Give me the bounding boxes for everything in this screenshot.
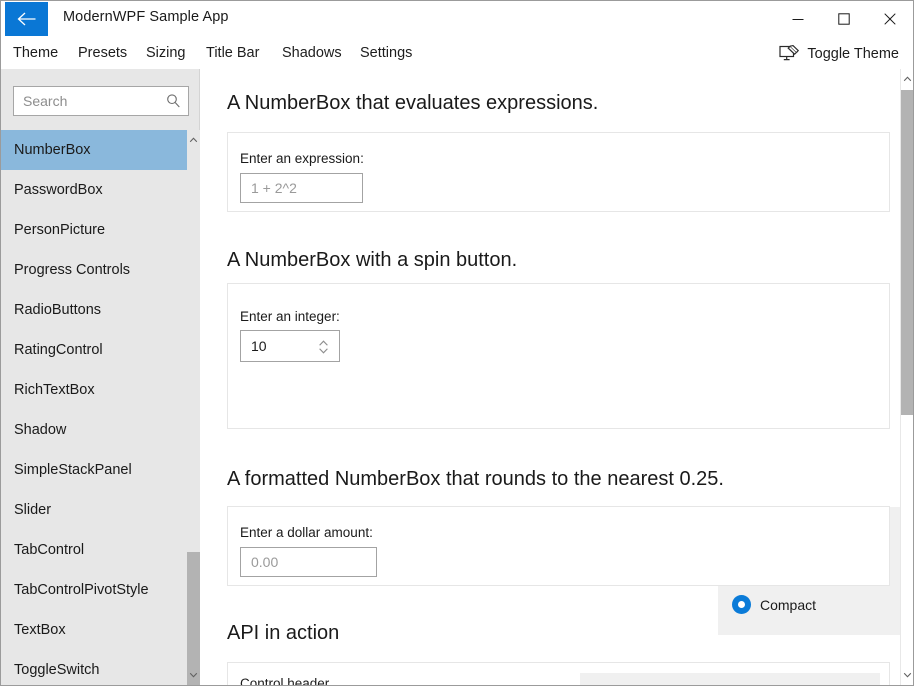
menu-item-settings[interactable]: Settings: [360, 42, 412, 65]
sidebar-scroll-down-button[interactable]: [187, 665, 200, 685]
sidebar-item-shadow[interactable]: Shadow: [1, 410, 187, 450]
radio-indicator-compact[interactable]: [732, 595, 751, 614]
sidebar-item-textbox[interactable]: TextBox: [1, 610, 187, 650]
menu-item-presets[interactable]: Presets: [78, 42, 127, 65]
sidebar-item-progress-controls[interactable]: Progress Controls: [1, 250, 187, 290]
sidebar-item-passwordbox[interactable]: PasswordBox: [1, 170, 187, 210]
section-title-expressions: A NumberBox that evaluates expressions.: [227, 92, 598, 115]
sidebar-scroll-up-button[interactable]: [187, 130, 200, 150]
menu-item-shadows[interactable]: Shadows: [282, 42, 342, 65]
content-scroll-thumb[interactable]: [901, 90, 914, 415]
sidebar-nav-list[interactable]: NumberBox PasswordBox PersonPicture Prog…: [1, 130, 200, 685]
label-control-header: Control header: [240, 676, 329, 685]
label-enter-dollar-amount: Enter a dollar amount:: [240, 525, 373, 540]
close-icon: [884, 13, 896, 25]
chevron-down-icon: [187, 665, 200, 685]
maximize-icon: [838, 13, 850, 25]
label-enter-expression: Enter an expression:: [240, 151, 364, 166]
window-title: ModernWPF Sample App: [63, 9, 229, 25]
search-box[interactable]: [13, 86, 189, 116]
radio-option-compact[interactable]: Compact: [732, 595, 816, 614]
sidebar-item-tabcontrol[interactable]: TabControl: [1, 530, 187, 570]
back-arrow-icon: [16, 11, 38, 27]
content-scroll-up-button[interactable]: [901, 69, 914, 89]
section-title-formatted: A formatted NumberBox that rounds to the…: [227, 468, 724, 491]
card-spin-button: Enter an integer: SpinButton Placement I…: [227, 283, 890, 429]
search-icon[interactable]: [166, 93, 181, 109]
app-body: NumberBox PasswordBox PersonPicture Prog…: [1, 69, 913, 685]
sidebar-item-personpicture[interactable]: PersonPicture: [1, 210, 187, 250]
label-enter-integer: Enter an integer:: [240, 309, 340, 324]
sidebar-item-simplestackpanel[interactable]: SimpleStackPanel: [1, 450, 187, 490]
dollar-numberbox[interactable]: [240, 547, 377, 577]
card-dollar-amount: Enter a dollar amount:: [227, 506, 890, 586]
sidebar-item-ratingcontrol[interactable]: RatingControl: [1, 330, 187, 370]
toggle-theme-button[interactable]: Toggle Theme: [779, 41, 899, 66]
card-api-in-action: Control header: [227, 662, 890, 685]
expression-numberbox[interactable]: [240, 173, 363, 203]
integer-numberbox[interactable]: [240, 330, 340, 362]
menu-item-sizing[interactable]: Sizing: [146, 42, 186, 65]
content-scroll-down-button[interactable]: [901, 665, 914, 685]
section-title-spin-button: A NumberBox with a spin button.: [227, 249, 517, 272]
section-title-api-in-action: API in action: [227, 622, 339, 645]
maximize-button[interactable]: [821, 2, 867, 36]
radio-label-compact: Compact: [760, 597, 816, 613]
sidebar-item-tabcontrolpivotstyle[interactable]: TabControlPivotStyle: [1, 570, 187, 610]
back-button[interactable]: [5, 2, 48, 36]
close-button[interactable]: [867, 2, 913, 36]
api-gray-panel: [580, 673, 880, 685]
app-window: ModernWPF Sample App Theme Presets Sizin…: [0, 0, 914, 686]
minimize-button[interactable]: [775, 2, 821, 36]
chevron-up-icon: [901, 69, 914, 89]
sidebar-item-richtextbox[interactable]: RichTextBox: [1, 370, 187, 410]
sidebar-item-radiobuttons[interactable]: RadioButtons: [1, 290, 187, 330]
chevron-down-icon: [901, 665, 914, 685]
toggle-theme-label: Toggle Theme: [807, 46, 899, 62]
sidebar-item-toggleswitch[interactable]: ToggleSwitch: [1, 650, 187, 685]
menu-item-theme[interactable]: Theme: [13, 42, 58, 65]
title-bar: ModernWPF Sample App: [1, 1, 913, 38]
search-input[interactable]: [14, 87, 162, 115]
minimize-icon: [792, 13, 804, 25]
content-scrollbar[interactable]: [900, 69, 913, 685]
expression-input[interactable]: [241, 174, 362, 202]
sidebar: NumberBox PasswordBox PersonPicture Prog…: [1, 69, 200, 685]
menu-bar: Theme Presets Sizing Title Bar Shadows S…: [1, 38, 913, 69]
sidebar-item-numberbox[interactable]: NumberBox: [1, 130, 187, 170]
sidebar-item-slider[interactable]: Slider: [1, 490, 187, 530]
sidebar-scrollbar[interactable]: [187, 130, 200, 685]
chevron-up-icon: [187, 130, 200, 150]
content-area: A NumberBox that evaluates expressions. …: [201, 69, 913, 685]
theme-pen-monitor-icon: [779, 45, 799, 63]
dollar-input[interactable]: [241, 548, 376, 576]
spin-updown-icon[interactable]: [317, 339, 330, 355]
menu-item-title-bar[interactable]: Title Bar: [206, 42, 259, 65]
card-expression: Enter an expression:: [227, 132, 890, 212]
